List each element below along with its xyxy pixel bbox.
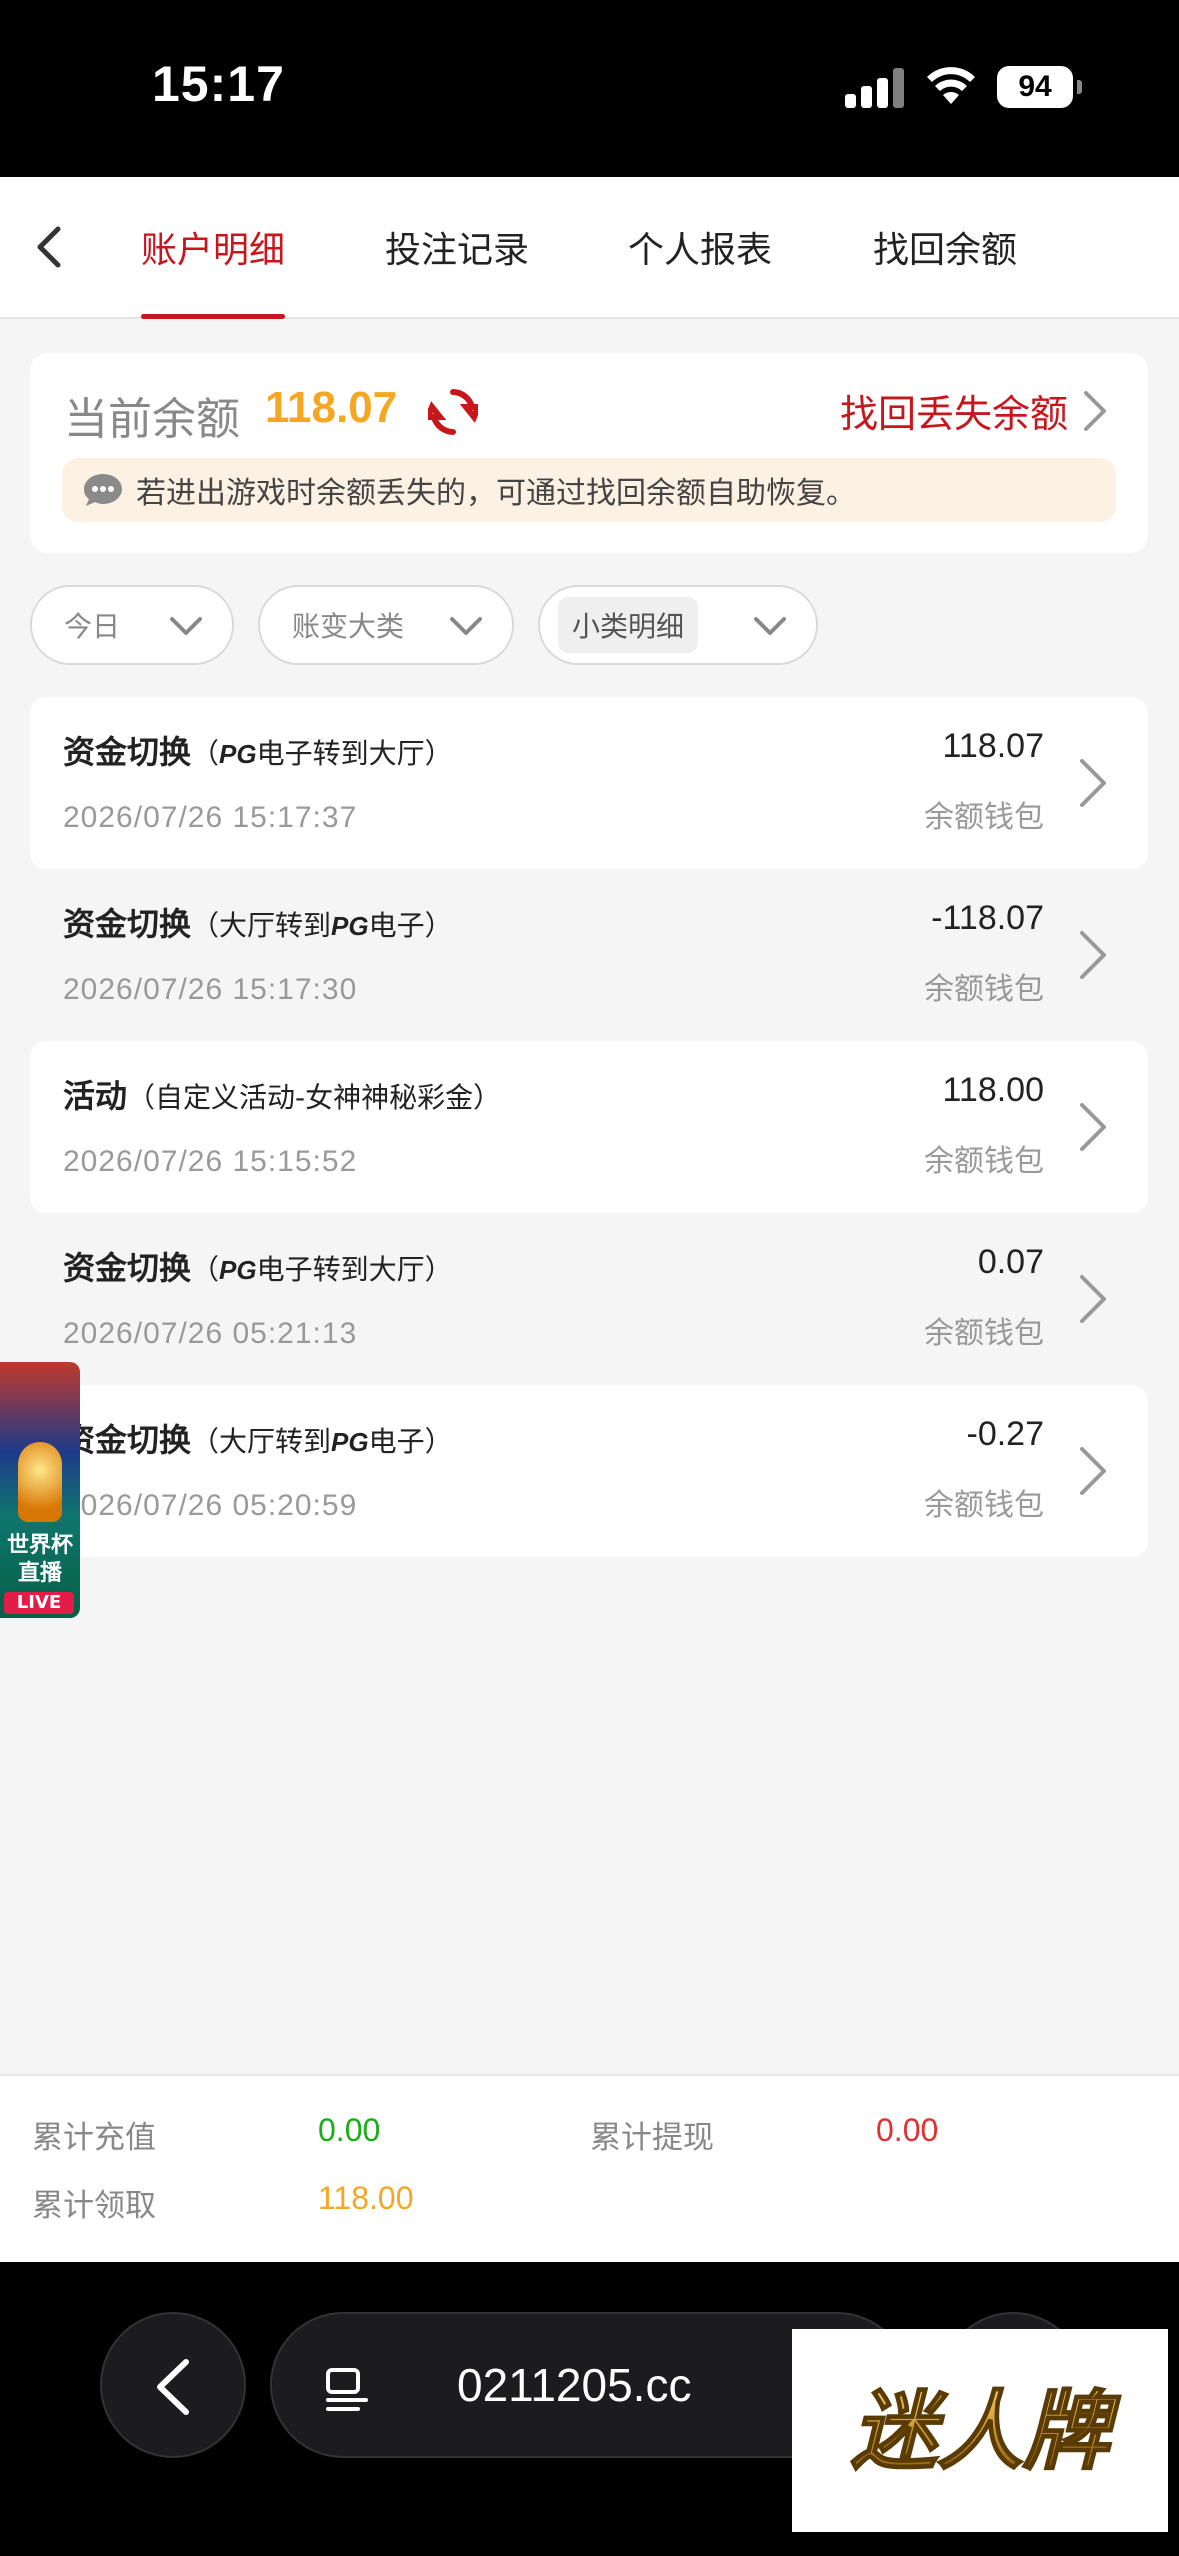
filter-date[interactable]: 今日 — [30, 585, 234, 665]
record-time: 2026/07/26 05:20:59 — [63, 1489, 358, 1522]
world-cup-live-float-ad[interactable]: 世界杯 直播 LIVE — [0, 1362, 80, 1618]
chat-bubble-icon — [84, 474, 122, 506]
chevron-right-icon — [1084, 390, 1106, 431]
status-time: 15:17 — [152, 56, 285, 112]
cellular-signal-icon — [845, 68, 905, 108]
record-wallet: 余额钱包 — [924, 972, 1044, 1007]
record-time: 2026/07/26 15:17:30 — [63, 973, 358, 1006]
record-time: 2026/07/26 15:15:52 — [63, 1145, 358, 1178]
record-amount: -118.07 — [931, 899, 1044, 937]
browser-back-button[interactable] — [100, 2312, 246, 2458]
balance-card: 当前余额 118.07 找回丢失余额 若进出游戏时余额丢失的，可通过找回余额自助… — [30, 353, 1148, 553]
record-amount: 0.07 — [977, 1243, 1044, 1281]
list-item[interactable]: 资金切换（PG电子转到大厅） 2026/07/26 05:21:13 0.07 … — [30, 1213, 1148, 1385]
status-bar: 15:17 94 — [0, 0, 1179, 177]
recover-notice: 若进出游戏时余额丢失的，可通过找回余额自助恢复。 — [62, 458, 1116, 522]
url-text: 0211205.cc — [457, 2359, 692, 2411]
record-title: 资金切换（PG电子转到大厅） — [63, 733, 453, 771]
total-claim-value: 118.00 — [318, 2180, 414, 2216]
chevron-down-icon — [450, 617, 482, 635]
summary-footer: 累计充值 0.00 累计提现 0.00 累计领取 118.00 — [0, 2074, 1179, 2262]
record-wallet: 余额钱包 — [924, 800, 1044, 835]
record-title: 资金切换（大厅转到PG电子） — [63, 905, 453, 943]
filter-category-label: 账变大类 — [292, 610, 405, 643]
recover-lost-balance-link[interactable]: 找回丢失余额 — [840, 383, 1108, 438]
ad-title: 世界杯 直播 — [6, 1533, 73, 1586]
total-recharge-value: 0.00 — [318, 2112, 381, 2148]
watermark-logo-image: 迷人牌 — [850, 2381, 1122, 2483]
live-badge: LIVE — [4, 1592, 74, 1614]
balance-value: 118.07 — [265, 383, 398, 432]
list-item[interactable]: 活动（自定义活动-女神神秘彩金） 2026/07/26 15:15:52 118… — [30, 1041, 1148, 1213]
record-amount: -0.27 — [966, 1415, 1045, 1453]
page-menu-icon[interactable] — [322, 2364, 372, 2414]
chevron-right-icon — [1080, 1275, 1106, 1323]
total-withdraw-value: 0.00 — [876, 2112, 939, 2148]
recover-link-label: 找回丢失余额 — [839, 392, 1068, 436]
list-item[interactable]: 资金切换（大厅转到PG电子） 2026/07/26 05:20:59 -0.27… — [30, 1385, 1148, 1557]
total-withdraw-label: 累计提现 — [590, 2120, 714, 2156]
record-wallet: 余额钱包 — [924, 1488, 1044, 1523]
filter-subcategory[interactable]: 小类明细 — [538, 585, 818, 665]
record-wallet: 余额钱包 — [924, 1316, 1044, 1351]
trophy-icon — [18, 1442, 62, 1522]
list-item[interactable]: 资金切换（PG电子转到大厅） 2026/07/26 15:17:37 118.0… — [30, 697, 1148, 869]
chevron-left-icon — [157, 2359, 189, 2415]
total-recharge-label: 累计充值 — [32, 2120, 156, 2156]
top-tab-bar: 账户明细 投注记录 个人报表 找回余额 — [0, 177, 1179, 319]
record-time: 2026/07/26 15:17:37 — [63, 801, 358, 834]
tab-recover-balance[interactable]: 找回余额 — [873, 221, 1017, 319]
record-amount: 118.07 — [942, 727, 1044, 765]
record-title: 资金切换（PG电子转到大厅） — [63, 1249, 453, 1287]
chevron-right-icon — [1080, 1103, 1106, 1151]
chevron-right-icon — [1080, 1447, 1106, 1495]
record-title: 资金切换（大厅转到PG电子） — [63, 1421, 453, 1459]
record-wallet: 余额钱包 — [924, 1144, 1044, 1179]
notice-text: 若进出游戏时余额丢失的，可通过找回余额自助恢复。 — [136, 476, 856, 511]
battery-icon: 94 — [997, 66, 1082, 108]
watermark-logo: 迷人牌 — [792, 2329, 1168, 2532]
filter-category[interactable]: 账变大类 — [258, 585, 514, 665]
transaction-list: 资金切换（PG电子转到大厅） 2026/07/26 15:17:37 118.0… — [30, 697, 1148, 1557]
total-claim-label: 累计领取 — [32, 2188, 156, 2224]
record-title: 活动（自定义活动-女神神秘彩金） — [63, 1077, 502, 1115]
tab-bet-records[interactable]: 投注记录 — [385, 221, 529, 319]
chevron-down-icon — [754, 617, 786, 635]
tab-account-details[interactable]: 账户明细 — [141, 221, 286, 319]
chevron-down-icon — [170, 617, 202, 635]
chevron-right-icon — [1080, 931, 1106, 979]
filter-subcategory-label: 小类明细 — [558, 597, 699, 653]
wifi-icon — [927, 67, 975, 104]
back-button[interactable] — [26, 217, 76, 277]
chevron-right-icon — [1080, 759, 1106, 807]
list-item[interactable]: 资金切换（大厅转到PG电子） 2026/07/26 15:17:30 -118.… — [30, 869, 1148, 1041]
filter-date-label: 今日 — [64, 610, 121, 643]
record-time: 2026/07/26 05:21:13 — [63, 1317, 358, 1350]
record-amount: 118.00 — [942, 1071, 1044, 1109]
refresh-icon[interactable] — [428, 387, 478, 437]
tab-personal-report[interactable]: 个人报表 — [628, 221, 772, 319]
svg-text:迷人牌: 迷人牌 — [851, 2382, 1121, 2482]
balance-label: 当前余额 — [64, 394, 240, 445]
